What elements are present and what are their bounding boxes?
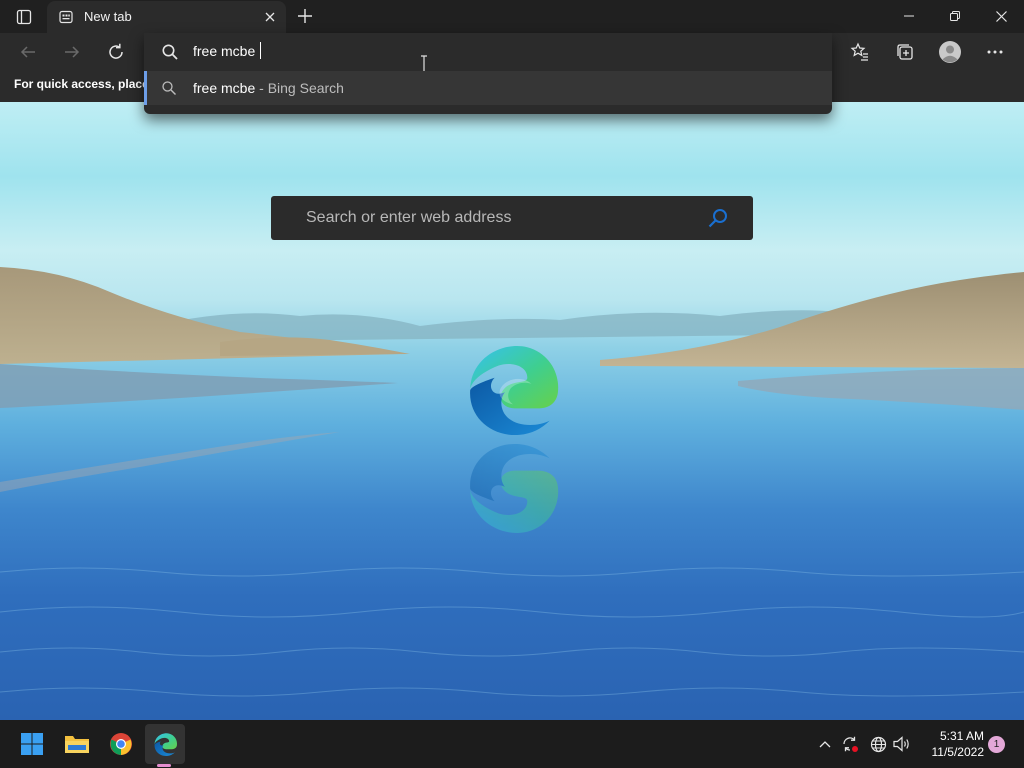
forward-button[interactable] <box>59 39 85 65</box>
start-button[interactable] <box>12 724 52 764</box>
plus-icon <box>298 9 312 23</box>
file-explorer-icon <box>65 736 89 753</box>
web-search-box[interactable]: Search or enter web address <box>271 196 753 240</box>
edge-taskbar-button[interactable] <box>145 724 185 764</box>
chrome-button[interactable] <box>101 724 141 764</box>
chrome-icon <box>110 733 132 755</box>
edge-logo-icon <box>470 346 559 436</box>
taskbar-clock[interactable]: 5:31 AM 11/5/2022 <box>918 728 985 760</box>
collections-icon <box>897 44 913 60</box>
active-app-indicator <box>157 764 171 767</box>
window-controls <box>886 0 1024 32</box>
show-hidden-icons-button[interactable] <box>815 734 835 754</box>
avatar-icon <box>939 41 961 63</box>
back-arrow-icon <box>20 46 35 58</box>
tab-actions-icon <box>16 9 32 25</box>
address-input[interactable]: free mcbe <box>193 42 262 59</box>
minimize-icon <box>904 15 914 17</box>
taskbar: 5:31 AM 11/5/2022 1 <box>0 720 1024 768</box>
search-icon <box>162 44 178 60</box>
tab-title: New tab <box>84 9 132 24</box>
address-bar[interactable]: free mcbe <box>144 33 832 73</box>
address-input-value: free mcbe <box>193 43 260 59</box>
web-search-placeholder: Search or enter web address <box>306 209 512 226</box>
tab-new-tab[interactable]: New tab <box>47 1 286 33</box>
notification-badge[interactable]: 1 <box>988 736 1005 753</box>
clock-date: 11/5/2022 <box>931 745 985 759</box>
back-button[interactable] <box>15 39 41 65</box>
bing-search-icon[interactable] <box>707 207 729 229</box>
file-explorer-button[interactable] <box>57 724 97 764</box>
refresh-button[interactable] <box>103 39 129 65</box>
favorites-bar-hint: For quick access, place y <box>14 77 159 91</box>
close-icon <box>265 12 275 22</box>
text-caret <box>260 42 262 59</box>
favorites-star-list-icon <box>850 42 868 61</box>
sync-status-button[interactable] <box>840 734 860 754</box>
search-icon <box>162 81 176 95</box>
collections-button[interactable] <box>891 38 919 66</box>
refresh-icon <box>109 43 123 59</box>
suggestion-source: - Bing Search <box>255 80 344 96</box>
minimize-button[interactable] <box>886 0 932 32</box>
forward-arrow-icon <box>65 46 80 58</box>
more-dots-icon <box>987 50 1003 54</box>
settings-and-more-button[interactable] <box>981 38 1009 66</box>
network-button[interactable] <box>868 734 888 754</box>
suggestion-query: free mcbe <box>193 80 256 96</box>
new-tab-button[interactable] <box>294 5 316 27</box>
suggestion-selected-indicator <box>144 71 147 105</box>
address-bar-dropdown: free mcbe free mcbe - Bing Search <box>144 33 832 114</box>
chevron-up-icon <box>819 741 831 748</box>
speaker-icon <box>893 736 909 752</box>
tab-strip: New tab <box>0 0 1024 33</box>
suggestion-text: free mcbe - Bing Search <box>193 80 344 96</box>
close-icon <box>995 10 1007 22</box>
clock-time: 5:31 AM <box>939 729 984 743</box>
restore-button[interactable] <box>932 0 978 32</box>
favorites-button[interactable] <box>846 38 874 66</box>
tab-close-button[interactable] <box>262 9 278 25</box>
new-tab-favicon-icon <box>59 10 73 24</box>
new-tab-page: Search or enter web address <box>0 102 1024 720</box>
profile-button[interactable] <box>936 38 964 66</box>
edge-icon <box>154 733 178 756</box>
volume-button[interactable] <box>892 734 912 754</box>
close-window-button[interactable] <box>978 0 1024 32</box>
suggestion-item[interactable]: free mcbe - Bing Search <box>144 71 832 105</box>
tab-actions-menu-button[interactable] <box>8 6 40 28</box>
restore-icon <box>950 11 960 21</box>
start-icon <box>21 733 43 755</box>
globe-icon <box>870 736 886 752</box>
sync-error-icon <box>843 736 858 752</box>
edge-logo-reflection <box>470 443 559 533</box>
